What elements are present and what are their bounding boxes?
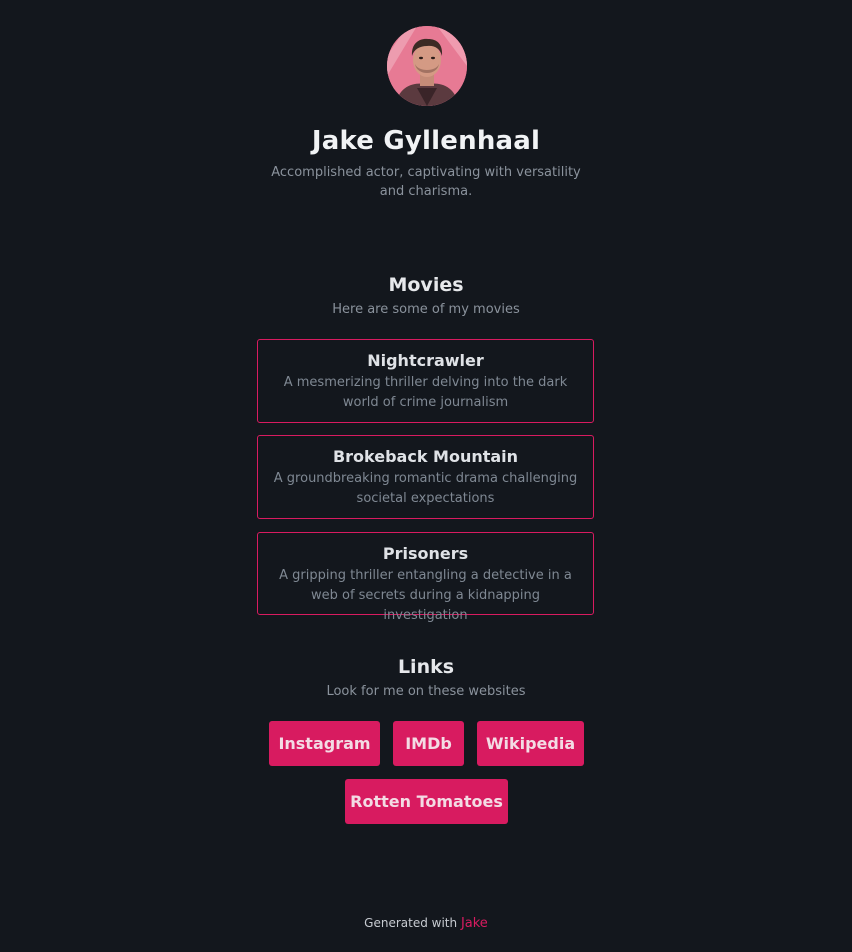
rotten-tomatoes-link-button[interactable]: Rotten Tomatoes (345, 779, 508, 824)
movie-card[interactable]: Prisoners A gripping thriller entangling… (257, 532, 594, 623)
movie-card[interactable]: Nightcrawler A mesmerizing thriller delv… (257, 339, 594, 423)
movie-title: Prisoners (382, 544, 469, 563)
links-section-title: Links (397, 656, 455, 678)
footer: Generated with Jake (0, 916, 852, 931)
profile-page: Jake Gyllenhaal Accomplished actor, capt… (0, 0, 852, 952)
footer-prefix: Generated with (364, 916, 458, 930)
movie-title: Nightcrawler (367, 351, 484, 370)
movie-description: A groundbreaking romantic drama challeng… (273, 471, 578, 506)
imdb-link-button[interactable]: IMDb (393, 721, 464, 766)
footer-brand-link[interactable]: Jake (461, 916, 488, 931)
avatar-portrait-image (387, 26, 467, 106)
instagram-link-button[interactable]: Instagram (269, 721, 380, 766)
wikipedia-link-button[interactable]: Wikipedia (477, 721, 584, 766)
movie-description: A gripping thriller entangling a detecti… (279, 568, 572, 623)
profile-bio: Accomplished actor, captivating with ver… (271, 165, 581, 199)
avatar (387, 26, 467, 106)
movie-description: A mesmerizing thriller delving into the … (283, 375, 568, 410)
movie-title: Brokeback Mountain (332, 447, 519, 466)
movie-card[interactable]: Brokeback Mountain A groundbreaking roma… (257, 435, 594, 519)
movies-section-title: Movies (388, 274, 464, 296)
links-section-subtitle: Look for me on these websites (326, 684, 526, 699)
movies-section-subtitle: Here are some of my movies (332, 302, 520, 317)
profile-name: Jake Gyllenhaal (311, 126, 541, 156)
